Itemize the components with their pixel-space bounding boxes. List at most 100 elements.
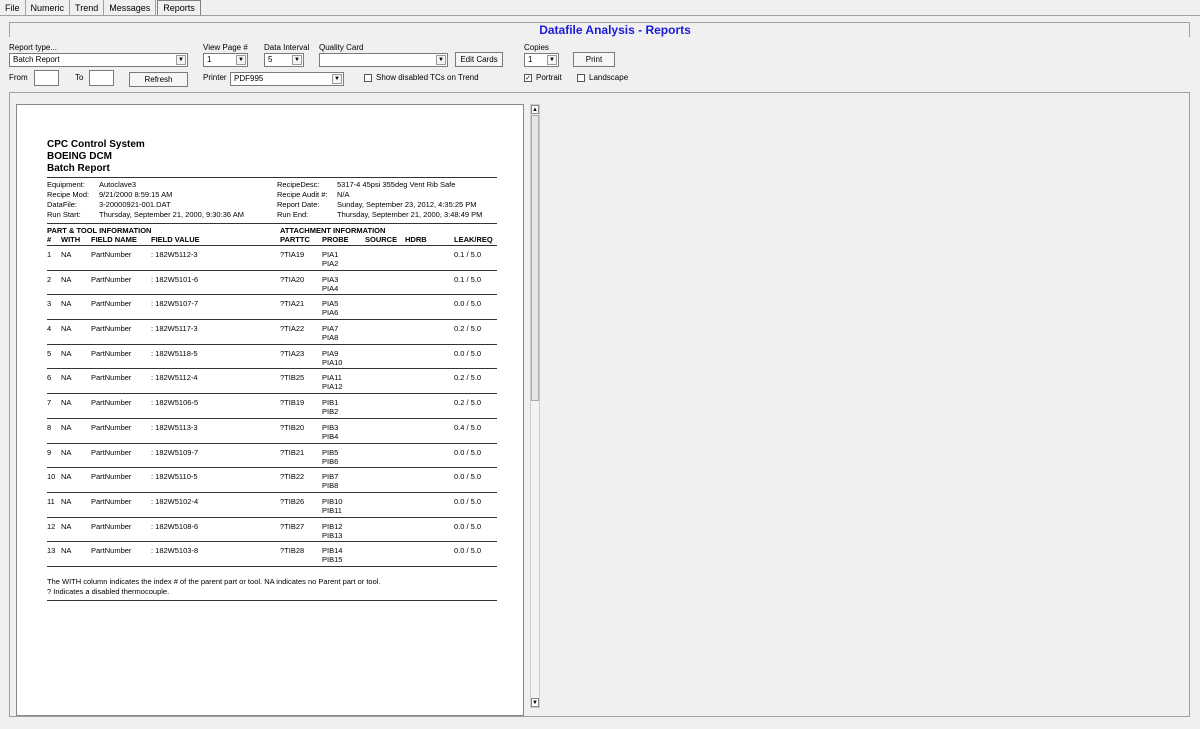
cell-parttc: ?TIB21 bbox=[280, 447, 305, 457]
meta-key: Recipe Mod: bbox=[47, 190, 90, 199]
cell-probe1: PIA7 bbox=[322, 324, 339, 334]
cell-parttc: ?TIA22 bbox=[280, 324, 305, 334]
meta-value: N/A bbox=[337, 190, 350, 199]
table-row: 4 NA PartNumber: 182W5117-3 ?TIA22 PIA7 0.2 /… bbox=[47, 320, 497, 345]
print-button[interactable]: Print bbox=[573, 52, 615, 67]
col-header: HDRB bbox=[405, 235, 427, 244]
cell-with: NA bbox=[61, 521, 72, 531]
col-header: PARTTC bbox=[280, 235, 310, 244]
table-row: 10 NA PartNumber: 182W5110-5 ?TIB22 PIB7 0.0 … bbox=[47, 468, 497, 493]
chevron-down-icon[interactable]: ▼ bbox=[292, 55, 302, 65]
meta-left: Equipment: Autoclave3 Recipe Mod: 9/21/2000… bbox=[47, 180, 267, 220]
cell-value: : 182W5106-5 bbox=[151, 398, 199, 408]
meta-value: 9/21/2000 8:59:15 AM bbox=[99, 190, 173, 199]
tab-trend[interactable]: Trend bbox=[70, 0, 105, 15]
cell-with: NA bbox=[61, 447, 72, 457]
cell-value: : 182W5102-4 bbox=[151, 496, 199, 506]
cell-n: 4 bbox=[47, 324, 52, 334]
tab-reports[interactable]: Reports bbox=[157, 0, 201, 15]
cell-probe2: PIB15 bbox=[322, 555, 343, 565]
show-disabled-checkbox[interactable]: Show disabled TCs on Trend bbox=[364, 73, 479, 82]
data-interval-select[interactable]: 5 ▼ bbox=[264, 53, 304, 67]
cell-parttc: ?TIB28 bbox=[280, 546, 305, 556]
cell-probe2: PIB8 bbox=[322, 481, 339, 491]
meta-value: 3-20000921-001.DAT bbox=[99, 200, 171, 209]
quality-card-select[interactable]: ▼ bbox=[319, 53, 448, 67]
tab-file[interactable]: File bbox=[0, 0, 26, 15]
chevron-down-icon[interactable]: ▼ bbox=[332, 74, 342, 84]
cell-n: 7 bbox=[47, 398, 52, 408]
col-header: # bbox=[47, 235, 52, 244]
chevron-down-icon[interactable]: ▼ bbox=[176, 55, 186, 65]
meta-value: Thursday, September 21, 2000, 3:48:49 PM bbox=[337, 210, 483, 219]
cell-field: PartNumber bbox=[91, 521, 132, 531]
cell-value: : 182W5113-3 bbox=[151, 422, 198, 432]
cell-parttc: ?TIB27 bbox=[280, 521, 305, 531]
from-label: From bbox=[9, 73, 28, 82]
report-page: CPC Control System BOEING DCM Batch Repo… bbox=[16, 104, 524, 716]
cell-n: 5 bbox=[47, 348, 52, 358]
printer-select[interactable]: PDF995 ▼ bbox=[230, 72, 344, 86]
data-interval-value: 5 bbox=[268, 55, 273, 64]
column-headers: # WITH FIELD NAME FIELD VALUE PARTTC PRO… bbox=[47, 235, 497, 244]
cell-probe1: PIA5 bbox=[322, 299, 339, 309]
scrollbar-thumb[interactable] bbox=[531, 115, 539, 401]
cell-parttc: ?TIB19 bbox=[280, 398, 305, 408]
tab-numeric[interactable]: Numeric bbox=[26, 0, 71, 15]
view-page-value: 1 bbox=[207, 55, 212, 64]
edit-cards-button[interactable]: Edit Cards bbox=[455, 52, 503, 67]
cell-leak: 0.2 / 5.0 bbox=[454, 373, 482, 383]
from-input[interactable] bbox=[34, 70, 59, 86]
table-row: 12 NA PartNumber: 182W5108-6 ?TIB27 PIB12 0.0… bbox=[47, 518, 497, 543]
tab-messages[interactable]: Messages bbox=[104, 0, 157, 15]
cell-leak: 0.1 / 5.0 bbox=[454, 274, 482, 284]
cell-field: PartNumber bbox=[91, 373, 132, 383]
copies-select[interactable]: 1 ▼ bbox=[524, 53, 559, 67]
scroll-up-icon[interactable]: ▲ bbox=[531, 105, 539, 114]
report-meta: Equipment: Autoclave3 Recipe Mod: 9/21/2000… bbox=[47, 178, 497, 220]
section-part-tool: PART & TOOL INFORMATION bbox=[47, 226, 152, 235]
report-scrollbar[interactable]: ▲ ▼ bbox=[530, 104, 540, 708]
col-header: WITH bbox=[61, 235, 81, 244]
page-title: Datafile Analysis - Reports bbox=[539, 23, 691, 37]
table-row: 11 NA PartNumber: 182W5102-4 ?TIB26 PIB10 0.0… bbox=[47, 493, 497, 518]
table-row: 2 NA PartNumber: 182W5101-6 ?TIA20 PIA3 0.1 /… bbox=[47, 271, 497, 296]
chevron-down-icon[interactable]: ▼ bbox=[236, 55, 246, 65]
portrait-checkbox[interactable]: ✓ Portrait bbox=[524, 73, 562, 82]
checkbox-box[interactable] bbox=[364, 73, 372, 82]
printer-value: PDF995 bbox=[234, 74, 264, 83]
cell-probe2: PIA8 bbox=[322, 333, 339, 343]
cell-field: PartNumber bbox=[91, 274, 132, 284]
chevron-down-icon[interactable]: ▼ bbox=[436, 55, 446, 65]
table-row: 6 NA PartNumber: 182W5112-4 ?TIB25 PIA11 0.2 … bbox=[47, 369, 497, 395]
cell-probe2: PIB6 bbox=[322, 456, 339, 466]
cell-value: : 182W5109-7 bbox=[151, 447, 199, 457]
meta-key: Run Start: bbox=[47, 210, 81, 219]
table-row: 7 NA PartNumber: 182W5106-5 ?TIB19 PIB1 0.2 /… bbox=[47, 394, 497, 419]
refresh-button[interactable]: Refresh bbox=[129, 72, 188, 87]
cell-n: 1 bbox=[47, 250, 52, 259]
tab-bar: File Numeric Trend Messages Reports bbox=[0, 0, 1200, 16]
scroll-down-icon[interactable]: ▼ bbox=[531, 698, 539, 707]
check-icon[interactable]: ✓ bbox=[524, 73, 532, 82]
cell-n: 12 bbox=[47, 521, 56, 531]
cell-n: 11 bbox=[47, 496, 55, 506]
report-type-select[interactable]: Batch Report ▼ bbox=[9, 53, 188, 67]
table-row: 1 NA PartNumber: 182W5112-3 ?TIA19 PIA1 0.1 /… bbox=[47, 246, 497, 271]
cell-field: PartNumber bbox=[91, 546, 132, 556]
cell-n: 3 bbox=[47, 299, 52, 309]
cell-with: NA bbox=[61, 398, 72, 408]
cell-value: : 182W5101-6 bbox=[151, 274, 199, 284]
portrait-label: Portrait bbox=[536, 73, 562, 82]
col-header: FIELD NAME bbox=[91, 235, 137, 244]
chevron-down-icon[interactable]: ▼ bbox=[547, 55, 557, 65]
view-page-label: View Page # bbox=[203, 43, 248, 52]
meta-value: Sunday, September 23, 2012, 4:35:25 PM bbox=[337, 200, 477, 209]
view-page-select[interactable]: 1 ▼ bbox=[203, 53, 248, 67]
report-footnotes: The WITH column indicates the index # of… bbox=[47, 567, 497, 597]
meta-key: Report Date: bbox=[277, 200, 320, 209]
landscape-checkbox[interactable]: Landscape bbox=[577, 73, 628, 82]
cell-field: PartNumber bbox=[91, 324, 132, 334]
checkbox-box[interactable] bbox=[577, 73, 585, 82]
to-input[interactable] bbox=[89, 70, 114, 86]
